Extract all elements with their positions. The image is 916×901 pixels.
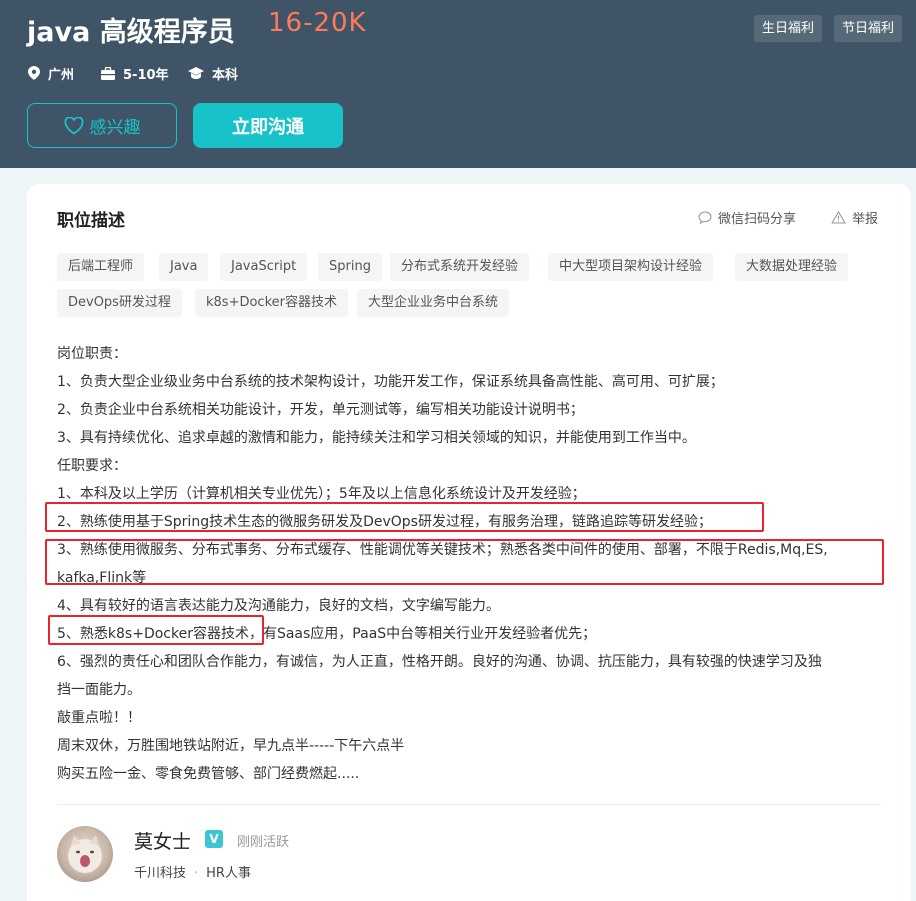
separator: · — [194, 866, 199, 881]
wechat-share-button[interactable]: 微信扫码分享 — [698, 207, 796, 227]
description-line: 6、强烈的责任心和团队合作能力，有诚信，为人正直，性格开朗。良好的沟通、协调、抗… — [57, 654, 822, 670]
description-line: 3、熟练使用微服务、分布式事务、分布式缓存、性能调优等关键技术；熟悉各类中间件的… — [57, 542, 828, 558]
description-line: 挡一面能力。 — [57, 682, 141, 698]
chat-bubble-icon — [698, 210, 712, 224]
section-title: 职位描述 — [57, 211, 125, 231]
description-line: 1、本科及以上学历（计算机相关专业优先）；5年及以上信息化系统设计及开发经验； — [57, 486, 586, 502]
skill-tag: Java — [159, 253, 209, 281]
description-line: 周末双休，万胜围地铁站附近，早九点半-----下午六点半 — [57, 738, 405, 754]
job-location: 广州 — [28, 62, 74, 84]
salary: 16-20K — [268, 8, 367, 38]
skill-tag: 大数据处理经验 — [735, 253, 849, 281]
recruiter-info: 千川科技 · HR人事 — [134, 862, 251, 881]
skill-tag: 中大型项目架构设计经验 — [548, 253, 714, 281]
chat-now-button[interactable]: 立即沟通 — [193, 103, 343, 148]
description-line: 4、具有较好的语言表达能力及沟通能力，良好的文档，文字编写能力。 — [57, 598, 500, 614]
description-line: 2、熟练使用基于Spring技术生态的微服务研发及DevOps研发过程，有服务治… — [57, 514, 712, 530]
description-line: 购买五险一金、零食免费管够、部门经费燃起..... — [57, 766, 360, 782]
avatar[interactable] — [57, 826, 113, 882]
graduation-cap-icon — [188, 66, 204, 79]
company-name: 千川科技 — [134, 866, 187, 881]
warning-icon — [831, 210, 846, 224]
description-line: 任职要求： — [57, 458, 127, 474]
skill-tag: Spring — [318, 253, 382, 281]
welfare-tag-birthday: 生日福利 — [754, 15, 823, 42]
recruiter-role: HR人事 — [206, 866, 251, 881]
job-education: 本科 — [188, 62, 238, 84]
interest-button[interactable]: 感兴趣 — [27, 103, 177, 148]
description-line: 岗位职责： — [57, 346, 127, 362]
share-label: 微信扫码分享 — [718, 211, 797, 227]
skill-tag: k8s+Docker容器技术 — [195, 289, 348, 317]
job-description-text: 岗位职责： 1、负责大型企业级业务中台系统的技术架构设计，功能开发工作，保证系统… — [57, 340, 887, 788]
location-text: 广州 — [48, 67, 75, 83]
skill-tag: 分布式系统开发经验 — [390, 253, 530, 281]
welfare-tag-holiday: 节日福利 — [834, 15, 903, 42]
divider — [57, 804, 881, 805]
verified-badge-icon: V — [205, 830, 223, 848]
job-title: java 高级程序员 — [27, 17, 235, 48]
description-line: 敲重点啦！！ — [57, 710, 141, 726]
experience-text: 5-10年 — [123, 67, 169, 83]
heart-icon — [64, 116, 83, 135]
skill-tag: 后端工程师 — [57, 253, 145, 281]
description-line: kafka,Flink等 — [57, 570, 147, 586]
skill-tag: 大型企业业务中台系统 — [357, 289, 510, 317]
location-pin-icon — [28, 66, 40, 80]
briefcase-icon — [101, 66, 115, 80]
description-line: 1、负责大型企业级业务中台系统的技术架构设计，功能开发工作，保证系统具备高性能、… — [57, 374, 724, 390]
description-line: 5、熟悉k8s+Docker容器技术，有Saas应用，PaaS中台等相关行业开发… — [57, 626, 597, 642]
report-button[interactable]: 举报 — [831, 207, 878, 227]
active-status: 刚刚活跃 — [237, 835, 290, 850]
report-label: 举报 — [852, 211, 879, 227]
job-experience: 5-10年 — [101, 62, 169, 84]
description-line: 2、负责企业中台系统相关功能设计，开发，单元测试等，编写相关功能设计说明书； — [57, 402, 584, 418]
skill-tag: JavaScript — [220, 253, 308, 281]
education-text: 本科 — [212, 67, 239, 83]
skill-tag: DevOps研发过程 — [57, 289, 182, 317]
interest-label: 感兴趣 — [89, 118, 141, 138]
description-line: 3、具有持续优化、追求卓越的激情和能力，能持续关注和学习相关领域的知识，并能使用… — [57, 430, 696, 446]
avatar-cat-image — [68, 835, 102, 873]
recruiter-name: 莫女士 — [134, 831, 192, 853]
